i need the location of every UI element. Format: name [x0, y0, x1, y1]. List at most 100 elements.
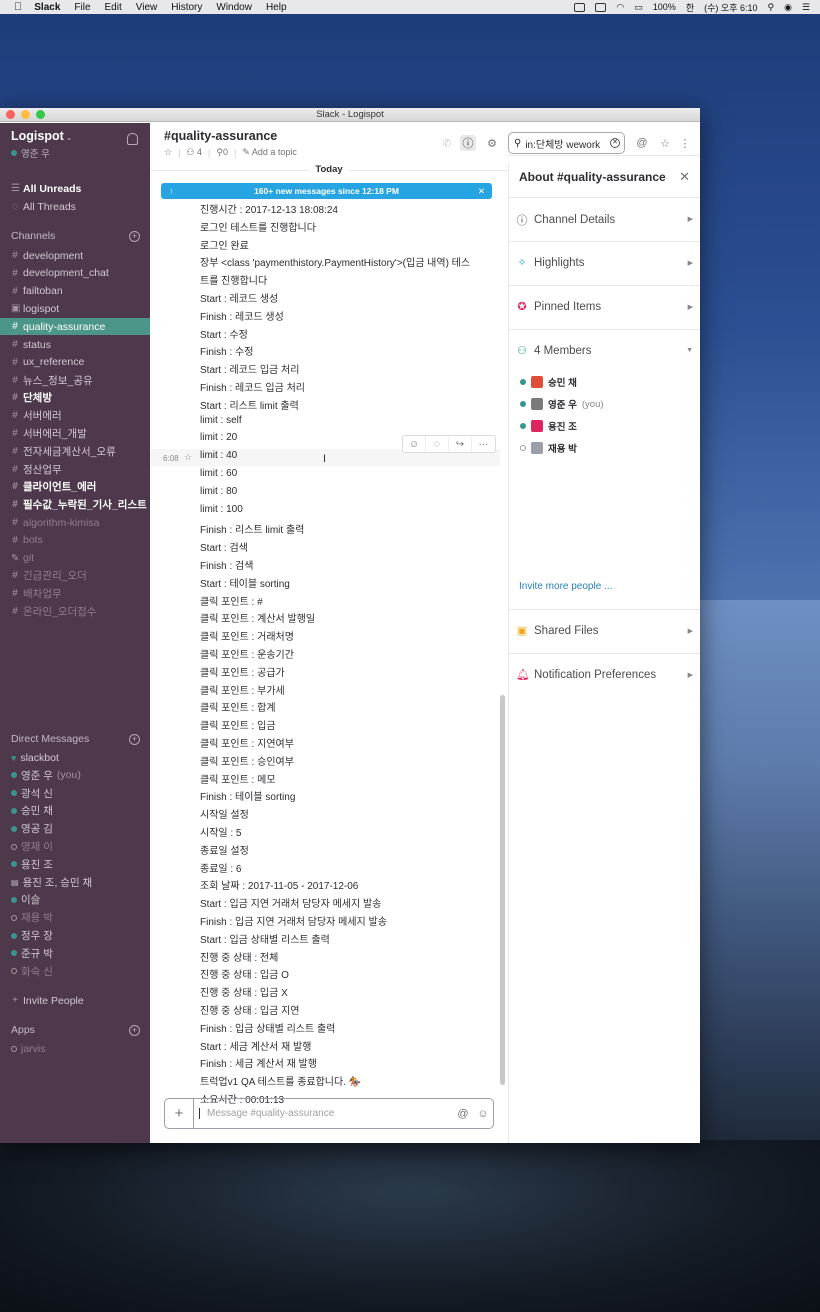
menu-edit[interactable]: Edit [105, 2, 122, 13]
star-icon[interactable]: ☆ [164, 147, 172, 158]
sidebar-channel[interactable]: # development [0, 247, 150, 264]
airplay-icon[interactable]: ▭ [634, 2, 643, 13]
sidebar-channel[interactable]: # 정산업무 [0, 461, 150, 478]
add-topic-button[interactable]: ✎ Add a topic [242, 147, 297, 158]
clear-search-icon[interactable]: ✕ [610, 138, 620, 148]
current-user[interactable]: 영준 우 [11, 146, 50, 160]
members-count[interactable]: ⚇ 4 [186, 147, 202, 158]
sidebar-channel[interactable]: # 온라인_오더접수 [0, 603, 150, 620]
menu-file[interactable]: File [74, 2, 90, 13]
member-row[interactable]: 승민 채 [520, 375, 577, 389]
sidebar-dm[interactable]: 영준 우 (you) [0, 767, 150, 784]
sidebar-channel[interactable]: # 필수값_누락된_기사_리스트 [0, 496, 150, 513]
message-scrollbar[interactable] [500, 695, 505, 1085]
sidebar-dm[interactable]: ♥ slackbot [0, 749, 150, 766]
add-reaction-icon[interactable]: ☺ [403, 436, 426, 452]
channel-title[interactable]: #quality-assurance [164, 129, 277, 143]
more-actions-icon[interactable]: ··· [472, 436, 495, 452]
sidebar-dm[interactable]: 이슬 [0, 891, 150, 908]
sidebar-dm[interactable]: 승민 채 [0, 802, 150, 819]
sidebar-channel[interactable]: # status [0, 336, 150, 353]
sidebar-dm[interactable]: 정우 장 [0, 927, 150, 944]
menu-view[interactable]: View [136, 2, 158, 13]
maximize-window-button[interactable] [36, 110, 45, 119]
direct-messages-heading[interactable]: Direct Messages [11, 733, 89, 745]
add-dm-button[interactable]: + [129, 734, 140, 745]
apps-heading[interactable]: Apps [11, 1024, 35, 1036]
notification-center-icon[interactable]: ☰ [802, 2, 810, 13]
close-icon[interactable]: ✕ [478, 186, 485, 197]
minimize-window-button[interactable] [21, 110, 30, 119]
reply-thread-icon[interactable]: ◌ [426, 436, 449, 452]
menu-window[interactable]: Window [216, 2, 252, 13]
sidebar-dm[interactable]: 화숙 신 [0, 963, 150, 980]
window-titlebar[interactable]: Slack - Logispot [0, 108, 700, 122]
shared-files-section[interactable]: ▣ Shared Files ▶ [509, 609, 700, 653]
team-menu[interactable]: Logispot ⌄ [11, 129, 72, 143]
sidebar-channel[interactable]: # 클라이언트_에러 [0, 478, 150, 495]
sidebar-channel[interactable]: # 배차업무 [0, 585, 150, 602]
sidebar-channel[interactable]: # 뉴스_정보_공유 [0, 372, 150, 389]
pinned-items-section[interactable]: ✪ Pinned Items ▶ [509, 285, 700, 329]
message-timestamp[interactable]: 6:08 [163, 454, 179, 463]
sidebar-dm[interactable]: 용진 조 [0, 856, 150, 873]
member-row[interactable]: 재용 박 [520, 441, 577, 455]
sidebar-channel[interactable]: # failtoban [0, 283, 150, 300]
sidebar-channel[interactable]: # quality-assurance [0, 318, 150, 336]
menu-app[interactable]: Slack [34, 2, 60, 13]
notification-preferences-section[interactable]: 🔔︎ Notification Preferences ▶ [509, 653, 700, 697]
member-row[interactable]: 영준 우 (you) [520, 397, 604, 411]
message-input[interactable]: Message #quality-assurance [199, 1108, 453, 1119]
menu-help[interactable]: Help [266, 2, 287, 13]
siri-icon[interactable]: ◉ [784, 2, 792, 13]
sidebar-dm[interactable]: 영공 김 [0, 820, 150, 837]
window-icon[interactable] [595, 2, 607, 12]
add-channel-button[interactable]: + [129, 231, 140, 242]
channel-details-section[interactable]: ⓘ Channel Details ▶ [509, 197, 700, 241]
highlights-section[interactable]: ✧ Highlights ▶ [509, 241, 700, 285]
gear-icon[interactable]: ⚙ [484, 135, 500, 151]
sidebar-all-threads[interactable]: ◌ All Threads [0, 198, 150, 215]
clock[interactable]: (수) 오후 6:10 [704, 1, 757, 14]
info-icon[interactable]: ⓘ [460, 135, 476, 151]
battery-label[interactable]: 100% [653, 2, 676, 12]
sidebar-channel[interactable]: # bots [0, 532, 150, 549]
attach-button[interactable]: + [165, 1099, 194, 1128]
search-input[interactable]: ⚲ in:단체방 wework ✕ [508, 132, 625, 154]
close-icon[interactable]: ✕ [679, 169, 690, 185]
sidebar-channel[interactable]: # 전자세금계산서_오류 [0, 443, 150, 460]
slack-status-icon[interactable] [574, 2, 586, 12]
share-icon[interactable]: ↪ [449, 436, 472, 452]
sidebar-dm[interactable]: 광석 신 [0, 785, 150, 802]
sidebar-channel[interactable]: # 서버에러 [0, 407, 150, 424]
sidebar-channel[interactable]: # development_chat [0, 265, 150, 282]
sidebar-all-unreads[interactable]: ☰ All Unreads [0, 180, 150, 197]
mentions-icon[interactable]: @ [634, 135, 650, 151]
new-messages-banner[interactable]: ↑ 160+ new messages since 12:18 PM ✕ [161, 183, 492, 199]
app-jarvis[interactable]: jarvis [0, 1040, 150, 1057]
close-window-button[interactable] [6, 110, 15, 119]
channels-heading[interactable]: Channels [11, 230, 55, 242]
sidebar-dm[interactable]: 영재 이 [0, 838, 150, 855]
sidebar-channel[interactable]: # algorithm-kimisa [0, 514, 150, 531]
input-source-icon[interactable]: 한 [686, 1, 694, 14]
emoji-icon[interactable]: ☺ [473, 1108, 493, 1120]
invite-people-button[interactable]: + Invite People [0, 992, 150, 1009]
member-row[interactable]: 용진 조 [520, 419, 577, 433]
mention-icon[interactable]: @ [453, 1108, 473, 1120]
sidebar-dm[interactable]: 재용 박 [0, 909, 150, 926]
bell-icon[interactable] [127, 133, 138, 145]
apple-icon[interactable]:  [14, 1, 22, 13]
wifi-icon[interactable]: ◠ [616, 2, 624, 13]
phone-icon[interactable]: ✆ [439, 135, 455, 151]
sidebar-channel[interactable]: ▣ logispot [0, 300, 150, 317]
add-app-button[interactable]: + [129, 1025, 140, 1036]
sidebar-channel[interactable]: # 단체방 [0, 389, 150, 406]
sidebar-channel[interactable]: ✎ git [0, 550, 150, 567]
members-header[interactable]: ⚇ 4 Members [516, 344, 591, 358]
starred-items-icon[interactable]: ☆ [657, 135, 673, 151]
star-message-icon[interactable]: ☆ [184, 452, 192, 463]
more-menu-icon[interactable]: ⋮ [677, 135, 693, 151]
invite-more-link[interactable]: Invite more people ... [519, 581, 612, 592]
pins-count[interactable]: ⚲0 [216, 147, 228, 158]
